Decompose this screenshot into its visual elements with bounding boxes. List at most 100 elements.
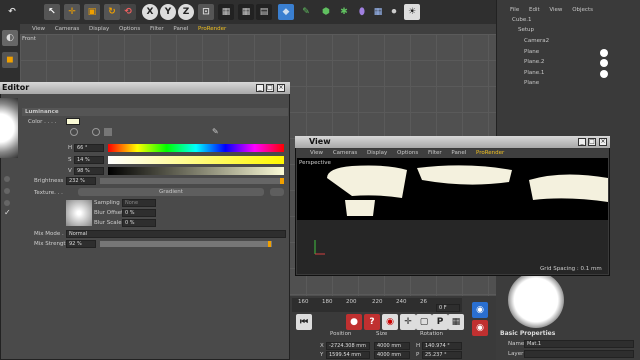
om-menu-file[interactable]: File [510, 7, 519, 13]
view-menu-prorender[interactable]: ProRender [476, 150, 504, 156]
channel-checkmark-icon[interactable]: ✓ [4, 208, 11, 217]
size-y-field[interactable]: 4000 mm [374, 351, 410, 359]
channel-checkbox[interactable] [4, 200, 10, 206]
sampling-field[interactable]: None [122, 199, 156, 207]
mix-strength-field[interactable]: 92 % [66, 240, 96, 248]
deformer-icon[interactable]: ⬮ [354, 4, 370, 20]
saturation-slider[interactable] [108, 156, 284, 164]
value-slider[interactable] [108, 167, 284, 175]
object-row[interactable]: Setup [500, 26, 640, 35]
view-close-button[interactable]: × [599, 138, 607, 146]
brightness-slider[interactable] [100, 178, 284, 184]
render-view-icon[interactable]: ▦ [218, 4, 234, 20]
view-menu-panel[interactable]: Panel [451, 150, 466, 156]
grid-key-icon[interactable]: ▦ [448, 314, 464, 330]
cube-icon[interactable]: ◆ [278, 4, 294, 20]
menu-display[interactable]: Display [89, 26, 109, 32]
color-wheel-icon[interactable] [70, 128, 78, 136]
perspective-viewport[interactable] [297, 158, 608, 274]
material-icon[interactable]: ◉ [472, 302, 488, 318]
mix-strength-slider-handle[interactable] [268, 241, 271, 247]
mix-mode-dropdown[interactable]: Normal [66, 230, 286, 238]
minimize-button[interactable]: _ [256, 84, 264, 92]
texture-menu-button[interactable] [270, 188, 284, 196]
object-row[interactable]: Camera2 [500, 37, 640, 46]
array-icon[interactable]: ✱ [336, 4, 352, 20]
model-mode-icon[interactable]: ◼ [2, 52, 18, 68]
channel-checkbox[interactable] [4, 176, 10, 182]
menu-view[interactable]: View [32, 26, 45, 32]
om-menu-objects[interactable]: Objects [572, 7, 593, 13]
undo-icon[interactable]: ↶ [4, 4, 20, 20]
channel-checkbox[interactable] [4, 188, 10, 194]
scale-icon[interactable]: ▣ [84, 4, 100, 20]
picture-icon[interactable] [104, 128, 112, 136]
view-maximize-button[interactable]: □ [588, 138, 596, 146]
live-select-icon[interactable]: ↖ [44, 4, 60, 20]
spectrum-icon[interactable] [92, 128, 100, 136]
object-row[interactable]: Cube.1 [500, 16, 640, 25]
material-tag-icon[interactable] [600, 70, 608, 78]
view-window-titlebar[interactable]: View [295, 136, 610, 148]
maximize-button[interactable]: □ [266, 84, 274, 92]
edit-render-settings-icon[interactable]: ▤ [256, 4, 272, 20]
menu-panel[interactable]: Panel [173, 26, 188, 32]
om-menu-view[interactable]: View [549, 7, 562, 13]
move-icon[interactable]: ✛ [64, 4, 80, 20]
material-tag-icon[interactable] [600, 49, 608, 57]
camera-icon[interactable]: ⏺ [386, 4, 402, 20]
subdivision-icon[interactable]: ⬢ [318, 4, 334, 20]
y-axis-icon[interactable]: Y [160, 4, 176, 20]
s-field[interactable]: 14 % [74, 156, 104, 164]
menu-cameras[interactable]: Cameras [55, 26, 79, 32]
light-icon[interactable]: ☀ [404, 4, 420, 20]
view-minimize-button[interactable]: _ [578, 138, 586, 146]
hue-slider[interactable] [108, 144, 284, 152]
blur-scale-field[interactable]: 0 % [122, 219, 156, 227]
make-editable-icon[interactable]: ◐ [2, 30, 18, 46]
menu-filter[interactable]: Filter [150, 26, 164, 32]
go-to-start-icon[interactable]: ⏮ [296, 314, 312, 330]
object-row[interactable]: Plane [500, 79, 640, 88]
size-x-field[interactable]: 4000 mm [374, 342, 410, 350]
view-menu-filter[interactable]: Filter [428, 150, 442, 156]
object-row[interactable]: Plane [500, 48, 640, 57]
spline-pen-icon[interactable]: ✎ [298, 4, 314, 20]
frame-field[interactable]: 0 F [436, 304, 460, 312]
view-menu-view[interactable]: View [310, 150, 323, 156]
render-picture-viewer-icon[interactable]: ▦ [238, 4, 254, 20]
keyframe-icon[interactable]: ◉ [382, 314, 398, 330]
om-menu-edit[interactable]: Edit [529, 7, 540, 13]
param-key-icon[interactable]: P [432, 314, 448, 330]
layer-field[interactable] [524, 350, 634, 358]
texture-field[interactable]: Gradient [78, 188, 264, 196]
scale-key-icon[interactable]: ▢ [416, 314, 432, 330]
menu-prorender[interactable]: ProRender [198, 26, 226, 32]
z-axis-icon[interactable]: Z [178, 4, 194, 20]
view-menu-display[interactable]: Display [367, 150, 387, 156]
rotation-h-field[interactable]: 140.974 ° [422, 342, 462, 350]
mix-strength-slider[interactable] [100, 241, 272, 247]
menu-options[interactable]: Options [119, 26, 140, 32]
position-y-field[interactable]: 1599.54 mm [326, 351, 370, 359]
blur-offset-field[interactable]: 0 % [122, 209, 156, 217]
name-field[interactable]: Mat.1 [524, 340, 634, 348]
rotation-p-field[interactable]: 25.237 ° [422, 351, 462, 359]
v-field[interactable]: 98 % [74, 167, 104, 175]
rotate-icon[interactable]: ↻ [104, 4, 120, 20]
eyedropper-icon[interactable]: ✎ [212, 127, 219, 136]
view-menu-cameras[interactable]: Cameras [333, 150, 357, 156]
position-x-field[interactable]: -2724.308 mm [326, 342, 370, 350]
object-row[interactable]: Plane.1 [500, 69, 640, 78]
coordinate-system-icon[interactable]: ⊡ [198, 4, 214, 20]
brightness-field[interactable]: 232 % [66, 177, 96, 185]
material-editor-titlebar[interactable]: Editor [0, 82, 290, 94]
close-button[interactable]: × [277, 84, 285, 92]
record-icon[interactable]: ● [346, 314, 362, 330]
floor-icon[interactable]: ▦ [370, 4, 386, 20]
color-swatch[interactable] [66, 118, 80, 125]
object-row[interactable]: Plane.2 [500, 58, 640, 67]
move-key-icon[interactable]: ✛ [400, 314, 416, 330]
view-menu-options[interactable]: Options [397, 150, 418, 156]
x-axis-icon[interactable]: X [142, 4, 158, 20]
